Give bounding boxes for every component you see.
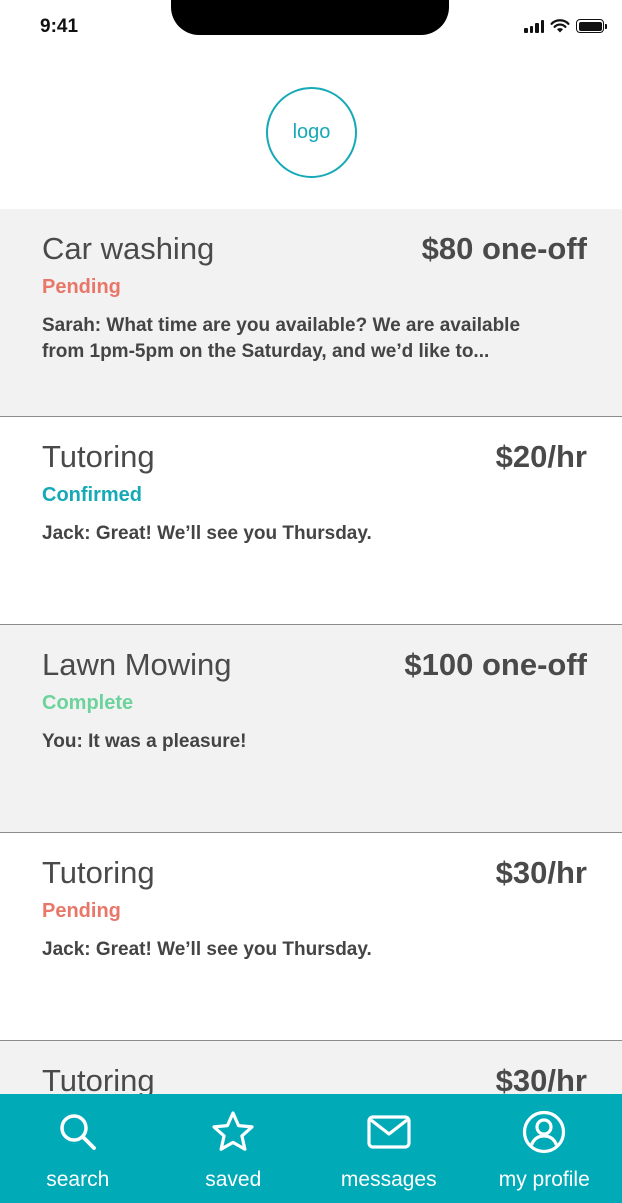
job-price: $80 one-off (421, 231, 587, 266)
search-icon (57, 1110, 99, 1154)
job-card[interactable]: Tutoring $20/hr Confirmed Jack: Great! W… (0, 417, 622, 625)
tab-messages[interactable]: messages (311, 1094, 467, 1203)
status-badge: Complete (42, 692, 134, 714)
status-icons (524, 19, 607, 33)
job-price: $100 one-off (404, 647, 587, 682)
tab-bar: search saved messages my profile (0, 1094, 622, 1203)
tab-saved-label: saved (205, 1168, 262, 1191)
job-card[interactable]: Car washing $80 one-off Pending Sarah: W… (0, 209, 622, 417)
tab-messages-label: messages (340, 1168, 437, 1191)
cellular-signal-icon (524, 19, 544, 33)
job-title: Car washing (42, 231, 215, 266)
job-card[interactable]: Lawn Mowing $100 one-off Complete You: I… (0, 625, 622, 833)
status-bar: 9:41 (0, 0, 622, 56)
job-price: $30/hr (495, 855, 587, 890)
status-time: 9:41 (40, 16, 79, 37)
battery-icon (576, 19, 607, 33)
message-preview: Jack: Great! We’ll see you Thursday. (42, 939, 372, 960)
tab-my-profile[interactable]: my profile (467, 1094, 622, 1203)
job-price: $20/hr (495, 439, 587, 474)
envelope-icon (366, 1110, 412, 1154)
message-preview: Jack: Great! We’ll see you Thursday. (42, 523, 372, 544)
tab-saved[interactable]: saved (156, 1094, 312, 1203)
wifi-icon (550, 19, 570, 33)
tab-search[interactable]: search (0, 1094, 156, 1203)
tab-search-label: search (46, 1168, 110, 1191)
status-badge: Pending (42, 900, 121, 922)
job-title: Lawn Mowing (42, 647, 232, 682)
user-circle-icon (522, 1110, 566, 1154)
status-badge: Pending (42, 276, 121, 298)
job-title: Tutoring (42, 439, 155, 474)
status-badge: Confirmed (42, 484, 142, 506)
job-card[interactable]: Tutoring $30/hr Pending Jack: Great! We’… (0, 833, 622, 1041)
app-logo: logo (266, 87, 357, 178)
job-list: Car washing $80 one-off Pending Sarah: W… (0, 209, 622, 1203)
star-icon (210, 1110, 256, 1154)
message-preview: You: It was a pleasure! (42, 731, 247, 752)
tab-my-profile-label: my profile (498, 1168, 590, 1191)
device-notch (171, 0, 449, 35)
message-preview: Sarah: What time are you available? We a… (42, 315, 521, 362)
job-title: Tutoring (42, 855, 155, 890)
